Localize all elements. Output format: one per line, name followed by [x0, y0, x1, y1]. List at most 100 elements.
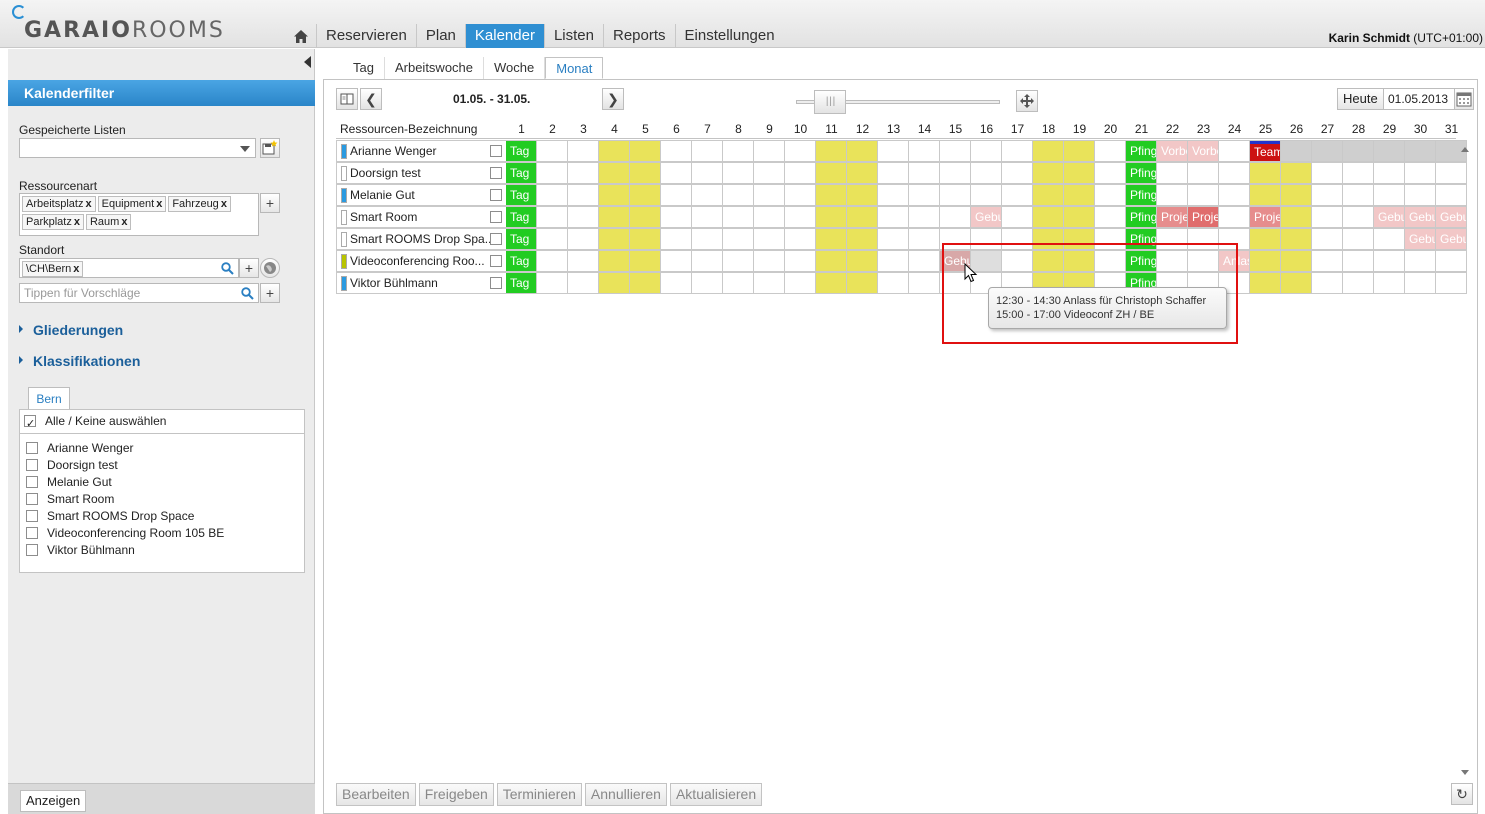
remove-chip-icon[interactable]: x: [85, 198, 91, 210]
resource-checklist-item[interactable]: Arianne Wenger: [20, 440, 304, 457]
day-cell[interactable]: [1281, 250, 1312, 272]
day-cell[interactable]: [1343, 162, 1374, 184]
booking-event[interactable]: Tag: [506, 163, 536, 183]
day-cell[interactable]: [816, 140, 847, 162]
day-cell[interactable]: [909, 272, 940, 294]
resource-row-name[interactable]: Smart ROOMS Drop Spa...: [336, 228, 506, 250]
select-all-checkbox[interactable]: [24, 413, 36, 436]
day-cell[interactable]: [878, 184, 909, 206]
resource-row-name[interactable]: Doorsign test: [336, 162, 506, 184]
day-cell[interactable]: [847, 272, 878, 294]
day-cell[interactable]: [599, 250, 630, 272]
resource-checklist-item[interactable]: Doorsign test: [20, 457, 304, 474]
day-cell[interactable]: [1250, 228, 1281, 250]
day-cell[interactable]: [1064, 162, 1095, 184]
save-list-button[interactable]: [260, 138, 280, 158]
day-cell[interactable]: [1219, 162, 1250, 184]
day-cell[interactable]: [1002, 206, 1033, 228]
day-cell[interactable]: [692, 272, 723, 294]
day-cell[interactable]: [785, 162, 816, 184]
day-cell[interactable]: [568, 162, 599, 184]
day-cell[interactable]: [878, 272, 909, 294]
nav-home[interactable]: [286, 24, 316, 48]
day-cell[interactable]: [1405, 162, 1436, 184]
add-resource-type-button[interactable]: +: [260, 193, 280, 213]
day-cell[interactable]: [816, 162, 847, 184]
resource-row-checkbox[interactable]: [490, 233, 502, 245]
day-cell[interactable]: [1064, 206, 1095, 228]
date-input[interactable]: 01.05.2013: [1383, 88, 1455, 110]
refresh-list-button[interactable]: Aktualisieren: [669, 783, 763, 806]
day-cell[interactable]: [754, 272, 785, 294]
day-cell[interactable]: [1250, 250, 1281, 272]
day-cell[interactable]: [1374, 162, 1405, 184]
resource-row-name[interactable]: Videoconferencing Roo...: [336, 250, 506, 272]
select-all-row[interactable]: Alle / Keine auswählen: [20, 410, 304, 436]
remove-chip-icon[interactable]: x: [156, 198, 162, 210]
globe-button[interactable]: [260, 258, 280, 278]
search-icon[interactable]: [221, 262, 234, 275]
day-cell[interactable]: [785, 206, 816, 228]
booking-event[interactable]: Projekt: [1157, 207, 1187, 227]
day-cell[interactable]: [1281, 206, 1312, 228]
day-cell[interactable]: [568, 250, 599, 272]
day-cell[interactable]: [1219, 184, 1250, 206]
day-cell[interactable]: [692, 184, 723, 206]
day-cell[interactable]: [878, 228, 909, 250]
day-cell[interactable]: [971, 184, 1002, 206]
day-cell[interactable]: [909, 206, 940, 228]
resource-checklist-item[interactable]: Videoconferencing Room 105 BE: [20, 525, 304, 542]
day-cell[interactable]: [723, 250, 754, 272]
resource-row-name[interactable]: Smart Room: [336, 206, 506, 228]
day-cell[interactable]: [1002, 184, 1033, 206]
section-gliederungen[interactable]: Gliederungen: [19, 322, 123, 338]
day-cell[interactable]: [1281, 272, 1312, 294]
day-cell[interactable]: [1250, 162, 1281, 184]
day-cell[interactable]: [754, 184, 785, 206]
day-cell[interactable]: [1405, 140, 1436, 162]
day-cell[interactable]: [723, 162, 754, 184]
day-cell[interactable]: [1374, 228, 1405, 250]
search-icon[interactable]: [241, 287, 254, 300]
day-cell[interactable]: [785, 140, 816, 162]
day-cell[interactable]: [785, 184, 816, 206]
remove-chip-icon[interactable]: x: [121, 216, 127, 228]
resource-type-chip[interactable]: Equipment x: [97, 196, 167, 212]
day-cell[interactable]: [661, 272, 692, 294]
remove-chip-icon[interactable]: x: [74, 216, 80, 228]
day-cell[interactable]: [1343, 272, 1374, 294]
booking-event[interactable]: Tag: [506, 207, 536, 227]
tab-bern[interactable]: Bern: [28, 387, 70, 409]
previous-month-button[interactable]: ❮: [360, 88, 382, 110]
booking-event[interactable]: Pfingstmontag: [1126, 163, 1156, 183]
day-cell[interactable]: [568, 184, 599, 206]
location-input[interactable]: \CH\Bern x: [19, 258, 239, 278]
resource-row-checkbox[interactable]: [490, 189, 502, 201]
booking-event[interactable]: Geburtstag: [971, 207, 1001, 227]
day-cell[interactable]: [940, 184, 971, 206]
day-cell[interactable]: [1374, 272, 1405, 294]
day-cell[interactable]: [568, 228, 599, 250]
move-button[interactable]: [1016, 90, 1038, 112]
garaio-rooms-logo[interactable]: GARAIOROOMS: [10, 2, 223, 46]
resource-checkbox[interactable]: [26, 493, 38, 505]
nav-plan[interactable]: Plan: [415, 24, 465, 48]
day-cell[interactable]: [1405, 184, 1436, 206]
day-cell[interactable]: [1002, 162, 1033, 184]
day-cell[interactable]: [1219, 206, 1250, 228]
day-cell[interactable]: [1157, 184, 1188, 206]
resource-row-name[interactable]: Arianne Wenger: [336, 140, 506, 162]
resource-type-chip[interactable]: Fahrzeug x: [168, 196, 231, 212]
day-cell[interactable]: [1312, 140, 1343, 162]
calendar-picker-button[interactable]: [1454, 88, 1474, 110]
day-cell[interactable]: [537, 140, 568, 162]
tab-monat[interactable]: Monat: [545, 57, 604, 79]
day-cell[interactable]: [847, 250, 878, 272]
remove-chip-icon[interactable]: x: [73, 263, 79, 275]
day-cell[interactable]: [537, 206, 568, 228]
nav-einstellungen[interactable]: Einstellungen: [674, 24, 784, 48]
day-cell[interactable]: [630, 184, 661, 206]
day-cell[interactable]: [568, 272, 599, 294]
day-cell[interactable]: [1312, 250, 1343, 272]
booking-event[interactable]: Geburtstag: [1374, 207, 1404, 227]
